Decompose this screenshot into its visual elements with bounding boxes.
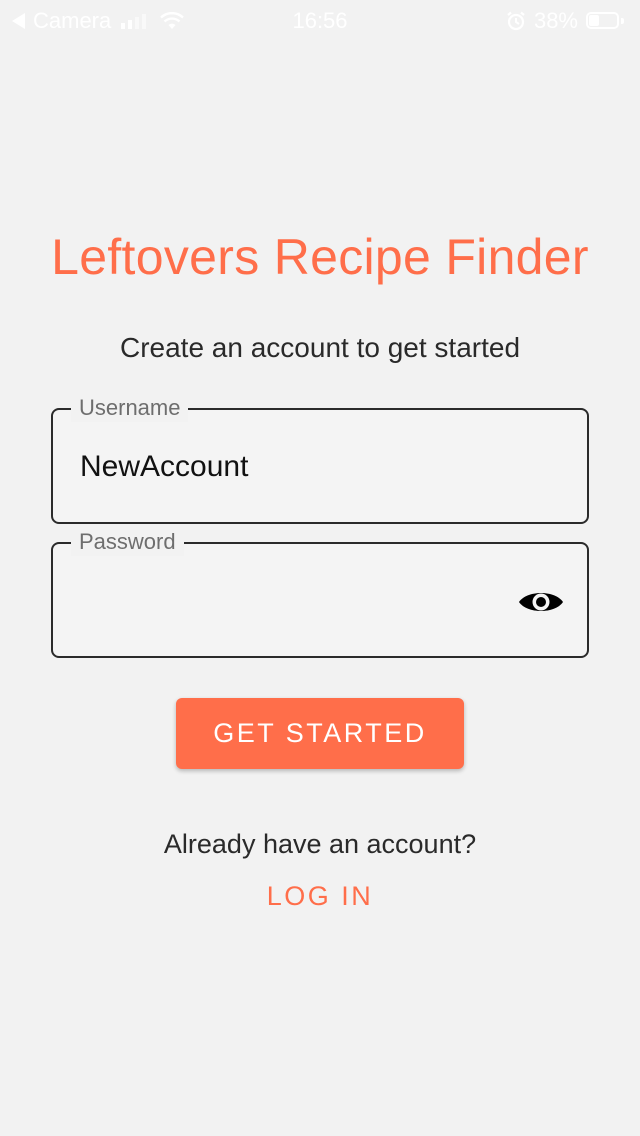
status-bar: Camera 16:56 38% xyxy=(0,0,640,40)
eye-icon[interactable] xyxy=(517,582,565,622)
password-label: Password xyxy=(71,528,184,556)
alarm-icon xyxy=(507,11,525,31)
battery-icon xyxy=(586,11,626,31)
app-title: Leftovers Recipe Finder xyxy=(51,229,589,285)
login-link[interactable]: LOG IN xyxy=(261,881,380,912)
login-link-container: LOG IN xyxy=(0,881,640,912)
password-field[interactable]: Password xyxy=(51,528,589,658)
username-input[interactable] xyxy=(80,450,500,484)
username-field[interactable]: Username xyxy=(51,394,589,524)
page-subtitle: Create an account to get started xyxy=(119,332,521,363)
username-label: Username xyxy=(71,394,189,422)
get-started-button[interactable]: GET STARTED xyxy=(176,698,464,769)
login-prompt: Already have an account? xyxy=(163,829,477,859)
password-input[interactable] xyxy=(80,584,500,618)
battery-percent: 38% xyxy=(533,8,578,33)
